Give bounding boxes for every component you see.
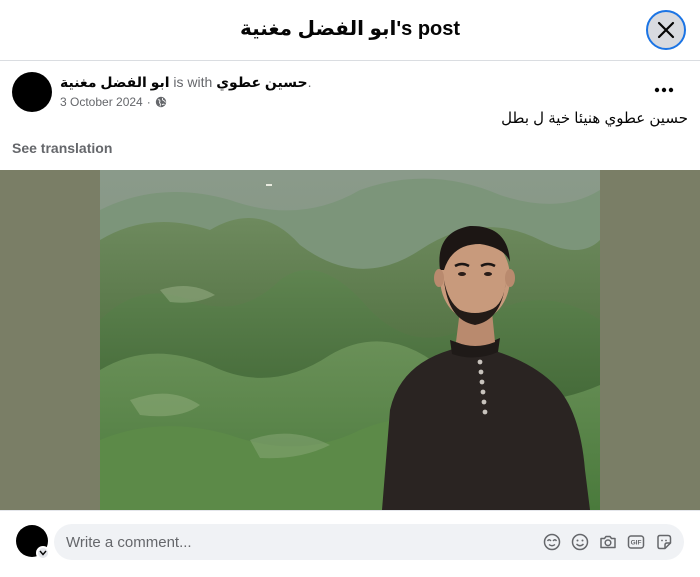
emoji-button[interactable] — [570, 532, 590, 552]
sticker-button[interactable] — [654, 532, 674, 552]
globe-icon[interactable] — [155, 96, 167, 108]
photo-button[interactable] — [598, 532, 618, 552]
chevron-down-icon — [39, 550, 47, 556]
author-line: ابو الفضل مغنية is with حسين عطوي. — [60, 74, 311, 91]
comment-input[interactable] — [66, 524, 526, 560]
post-date[interactable]: 3 October 2024 — [60, 95, 143, 109]
photo-container — [0, 170, 700, 510]
comment-input-wrapper: GIF — [54, 524, 684, 560]
more-icon — [654, 87, 674, 93]
tagged-person[interactable]: حسين عطوي — [216, 74, 307, 90]
gif-icon: GIF — [627, 535, 645, 549]
author-avatar[interactable] — [12, 72, 52, 112]
comment-bar: GIF — [0, 510, 700, 577]
avatar-sticker-button[interactable] — [542, 532, 562, 552]
profile-switch-badge[interactable] — [36, 546, 50, 560]
more-options-button[interactable] — [650, 80, 678, 100]
tagged-suffix: . — [307, 74, 312, 90]
avatar-sticker-icon — [543, 533, 561, 551]
is-with-text: is with — [169, 74, 217, 90]
post-photo[interactable] — [100, 170, 600, 510]
meta-separator: · — [146, 95, 151, 109]
post-text: حسين عطوي هنيئا خية ل بطل — [501, 110, 688, 127]
comment-icons: GIF — [542, 532, 674, 552]
dialog-title: ابو الفضل مغنية's post — [239, 18, 461, 40]
gif-button[interactable]: GIF — [626, 532, 646, 552]
camera-icon — [600, 535, 616, 549]
close-icon — [657, 21, 675, 39]
author-name[interactable]: ابو الفضل مغنية — [60, 74, 170, 90]
sticker-icon — [657, 534, 672, 550]
close-button[interactable] — [646, 10, 686, 50]
svg-text:GIF: GIF — [631, 540, 642, 547]
emoji-icon — [571, 533, 589, 551]
see-translation-link[interactable]: See translation — [12, 140, 112, 156]
dialog-header: ابو الفضل مغنية's post — [0, 0, 700, 61]
post-meta: 3 October 2024 · — [60, 95, 167, 109]
